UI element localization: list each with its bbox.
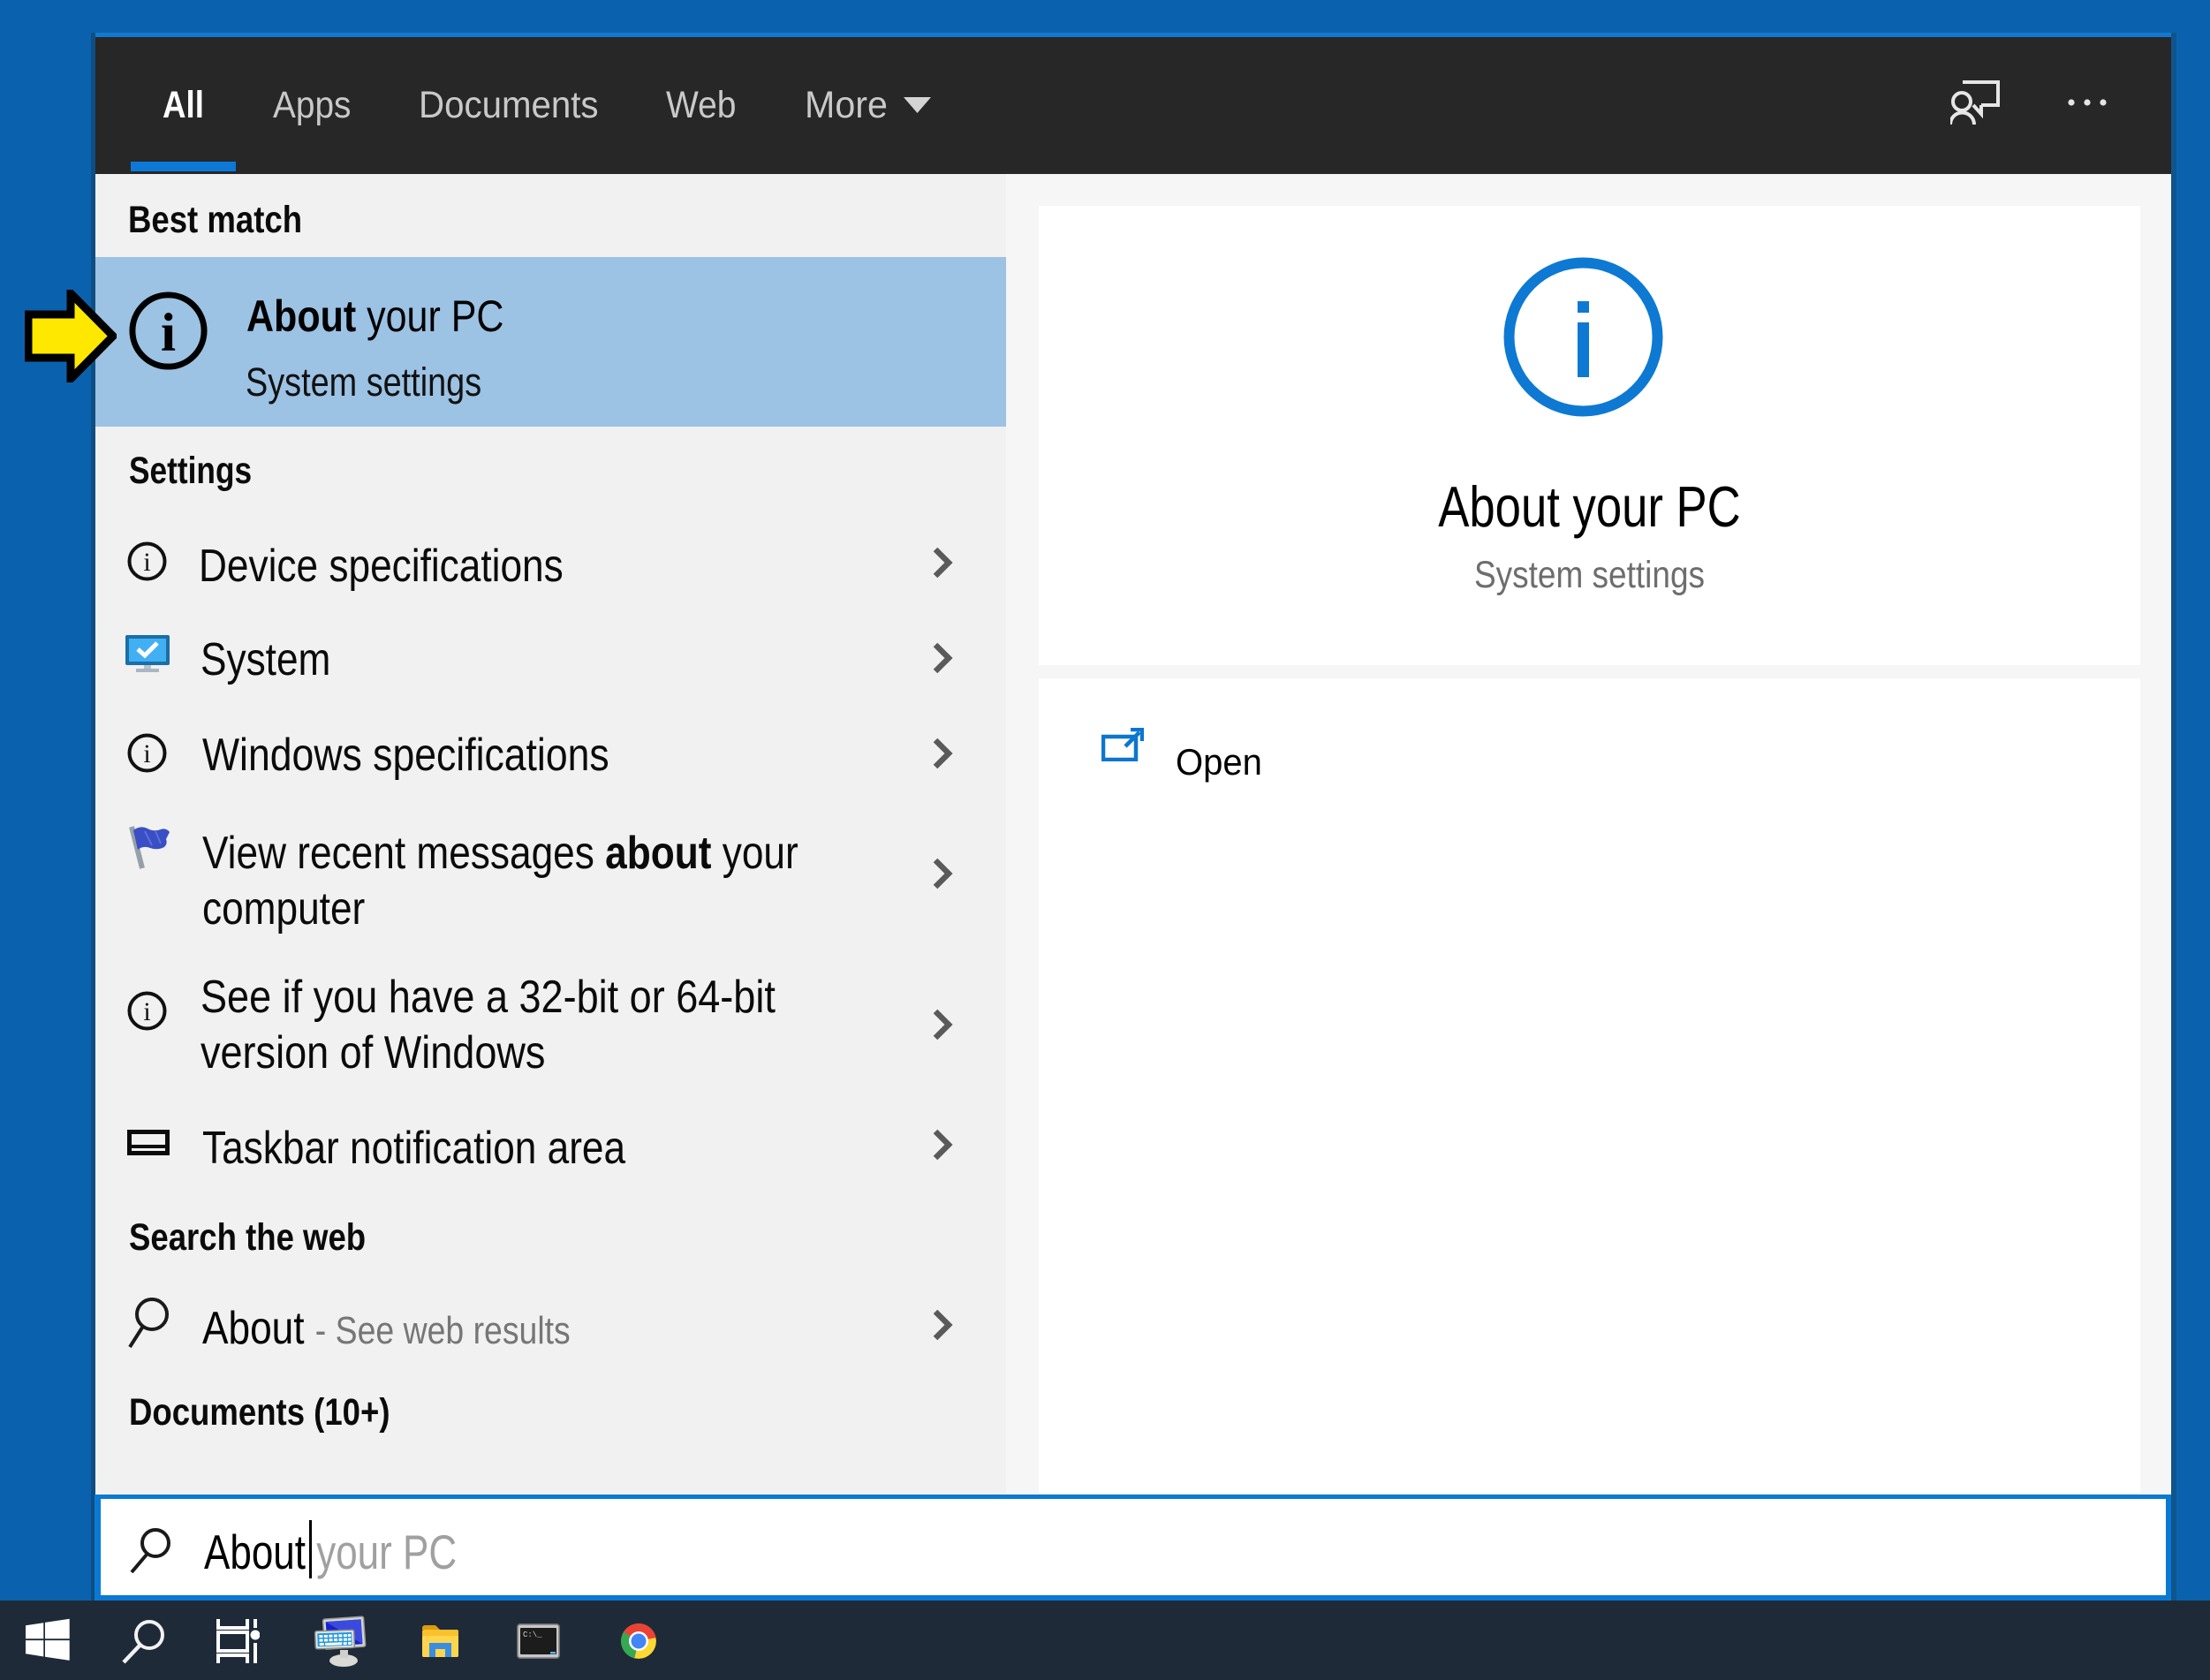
svg-text:C:\_: C:\_ (523, 1631, 542, 1639)
svg-text:i: i (143, 739, 150, 768)
svg-text:i: i (161, 302, 176, 362)
svg-text:i: i (143, 997, 150, 1026)
svg-text:i: i (143, 548, 150, 577)
